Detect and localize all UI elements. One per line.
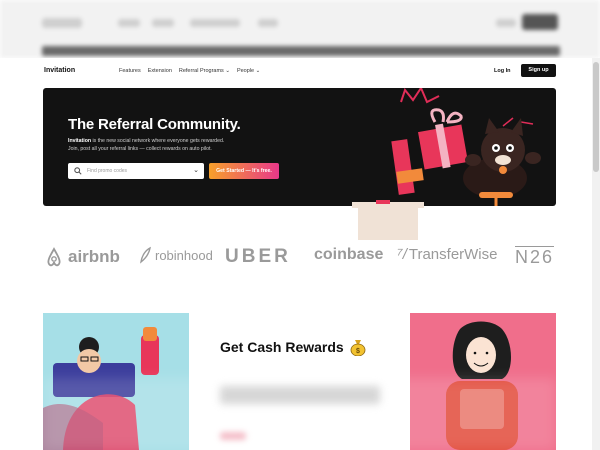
uber-logo: UBER [225, 246, 291, 268]
hero-subtitle: Invitation is the new social network whe… [68, 138, 318, 153]
nav-link-people[interactable]: People ⌄ [237, 68, 260, 74]
robinhood-wordmark: robinhood [155, 247, 213, 263]
search-icon [74, 167, 82, 175]
login-link[interactable]: Log In [494, 68, 511, 74]
airbnb-wordmark: airbnb [68, 247, 120, 266]
laptop-stand-illustration [352, 200, 424, 240]
promo-search-input[interactable]: Find promo codes ⌄ [68, 163, 204, 179]
transferwise-flag-icon: ⁷/ [397, 246, 407, 263]
nav-link-referral-programs[interactable]: Referral Programs ⌄ [179, 68, 230, 74]
search-placeholder: Find promo codes [87, 168, 128, 174]
nav-link-features[interactable]: Features [119, 68, 141, 74]
hero-subtitle-line2: Join, post all your referral links — col… [68, 145, 212, 152]
nav-link-extension[interactable]: Extension [148, 68, 172, 74]
transferwise-logo: ⁷/ TransferWise [397, 246, 497, 263]
scrollbar-thumb[interactable] [593, 62, 599, 172]
hero-subtitle-text: is the new social network where everyone… [91, 138, 225, 144]
uber-wordmark: UBER [225, 246, 291, 267]
blurred-lower-section [43, 378, 556, 450]
hero-illustration [391, 88, 541, 206]
brand-logo[interactable]: Invitation [44, 67, 75, 74]
money-bag-icon: $ [350, 340, 366, 356]
hero-banner: The Referral Community. Invitation is th… [43, 88, 556, 206]
nav-links: Features Extension Referral Programs ⌄ P… [119, 68, 260, 74]
rewards-heading: Get Cash Rewards $ [220, 338, 366, 356]
robinhood-logo: robinhood [138, 246, 213, 264]
hero-title: The Referral Community. [68, 116, 241, 133]
browser-chrome [0, 0, 600, 58]
feather-icon [140, 246, 151, 264]
chevron-down-icon[interactable]: ⌄ [193, 166, 199, 174]
airbnb-icon [47, 247, 61, 267]
svg-text:$: $ [356, 348, 360, 355]
signup-button[interactable]: Sign up [521, 64, 556, 77]
airbnb-logo: airbnb [43, 246, 120, 268]
hero-subtitle-brand: Invitation [68, 138, 92, 144]
coinbase-wordmark: coinbase [314, 246, 384, 263]
n26-wordmark: N26 [515, 246, 555, 267]
rewards-title: Get Cash Rewards [220, 339, 344, 355]
coinbase-logo: coinbase [314, 246, 383, 264]
transferwise-wordmark: TransferWise [408, 246, 498, 263]
partner-logos: airbnb robinhood UBER coinbase ⁷/ Transf… [43, 246, 556, 274]
top-nav: Invitation Features Extension Referral P… [0, 58, 592, 86]
get-started-button[interactable]: Get Started — It's free. [209, 163, 279, 179]
n26-logo: N26 [515, 246, 555, 268]
